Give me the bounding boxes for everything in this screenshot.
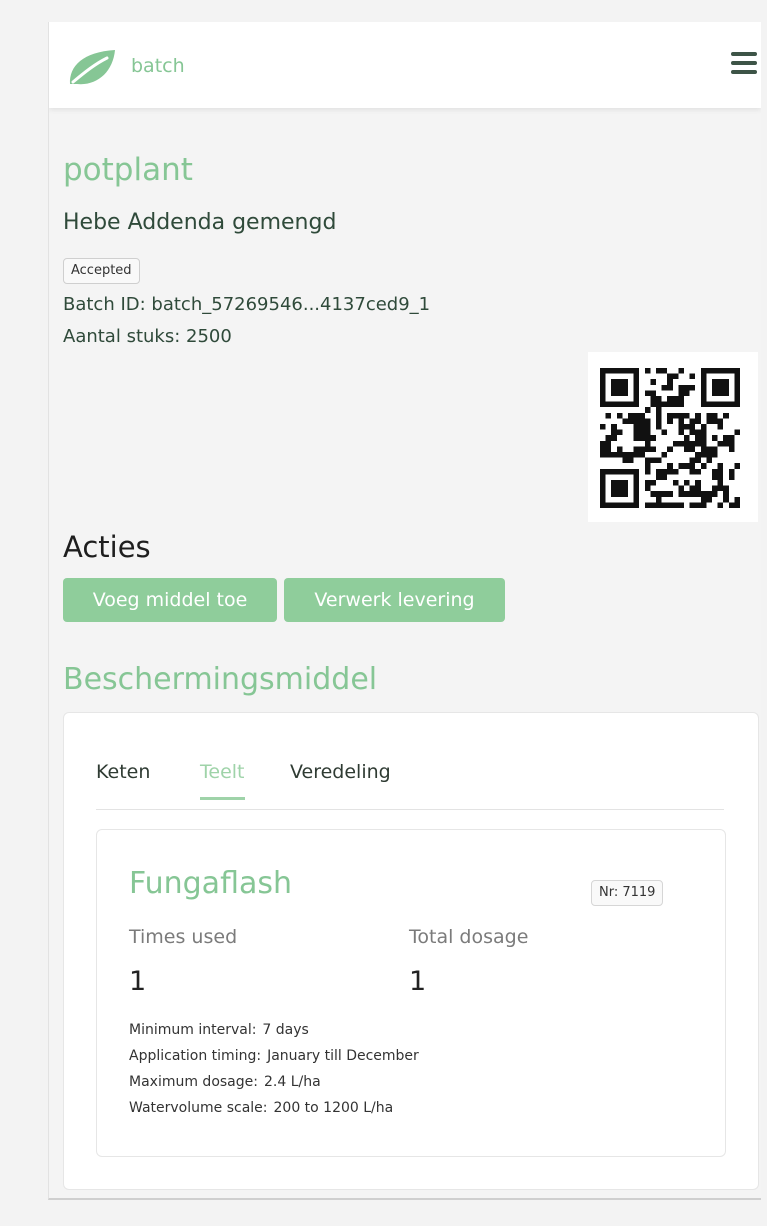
detail-value: 2.4 L/ha: [263, 1074, 321, 1090]
protection-card: Keten Teelt Veredeling Fungaflash Nr: 71…: [63, 712, 759, 1190]
total-dosage-label: Total dosage: [409, 926, 529, 948]
tab-veredeling[interactable]: Veredeling: [290, 761, 391, 783]
detail-row: Maximum dosage: 2.4 L/ha: [129, 1074, 321, 1090]
times-used-label: Times used: [129, 926, 238, 948]
add-agent-button[interactable]: Voeg middel toe: [63, 578, 277, 622]
detail-row: Application timing: January till December: [129, 1048, 419, 1064]
detail-label: Maximum dosage:: [129, 1074, 258, 1090]
batch-id: Batch ID: batch_57269546...4137ced9_1: [63, 294, 431, 315]
detail-value: 200 to 1200 L/ha: [273, 1100, 394, 1116]
leaf-icon[interactable]: [67, 44, 117, 88]
qr-code-image: [600, 368, 740, 508]
tab-keten[interactable]: Keten: [96, 761, 150, 783]
app-viewport: batch potplant Hebe Addenda gemengd Acce…: [48, 22, 761, 1200]
detail-row: Minimum interval: 7 days: [129, 1022, 309, 1038]
tab-teelt[interactable]: Teelt: [200, 761, 245, 800]
total-dosage-value: 1: [409, 966, 427, 997]
detail-value: 7 days: [262, 1022, 309, 1038]
hamburger-menu-icon[interactable]: [731, 52, 757, 76]
tab-bar: Keten Teelt Veredeling: [96, 761, 724, 810]
process-delivery-button[interactable]: Verwerk levering: [284, 578, 505, 622]
detail-row: Watervolume scale: 200 to 1200 L/ha: [129, 1100, 393, 1116]
detail-label: Application timing:: [129, 1048, 262, 1064]
status-badge: Accepted: [63, 258, 140, 284]
detail-label: Watervolume scale:: [129, 1100, 268, 1116]
qr-code: [588, 352, 758, 522]
detail-label: Minimum interval:: [129, 1022, 257, 1038]
brand-name[interactable]: batch: [131, 55, 185, 77]
plant-name: Hebe Addenda gemengd: [63, 210, 337, 235]
product-name: Fungaflash: [129, 866, 292, 901]
times-used-value: 1: [129, 966, 147, 997]
product-card: Fungaflash Nr: 7119 Times used Total dos…: [96, 829, 726, 1157]
category-title: potplant: [63, 152, 193, 188]
section-title: Beschermingsmiddel: [63, 662, 378, 697]
quantity: Aantal stuks: 2500: [63, 326, 232, 347]
product-number-badge: Nr: 7119: [591, 880, 664, 906]
actions-title: Acties: [63, 530, 151, 564]
navbar: batch: [49, 22, 761, 108]
detail-value: January till December: [267, 1048, 419, 1064]
